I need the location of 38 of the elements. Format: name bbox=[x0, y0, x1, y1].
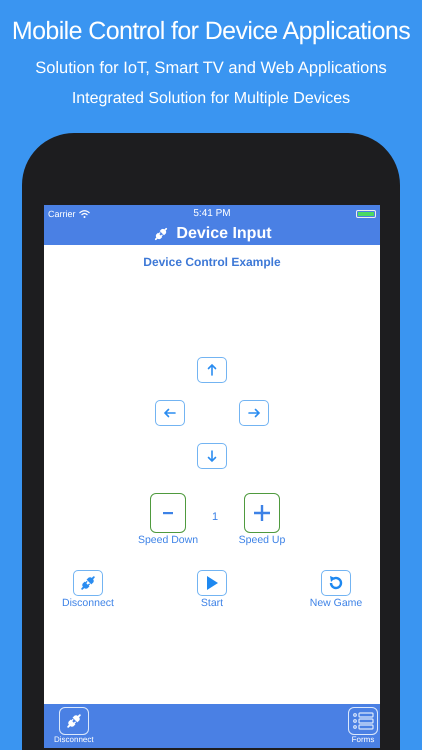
wifi-icon bbox=[78, 210, 90, 218]
start-button[interactable] bbox=[197, 570, 227, 596]
speed-up-button[interactable] bbox=[244, 493, 280, 533]
arrow-up-button[interactable] bbox=[197, 357, 227, 383]
arrow-up-icon bbox=[205, 363, 219, 377]
play-icon bbox=[204, 575, 220, 591]
forms-tool-label: Forms bbox=[352, 735, 374, 744]
speed-down-label: Speed Down bbox=[138, 534, 198, 546]
subtitle: Solution for IoT, Smart TV and Web Applications bbox=[35, 58, 387, 78]
arrow-right-icon bbox=[247, 406, 261, 420]
new-game-label: New Game bbox=[310, 597, 362, 609]
battery-icon bbox=[356, 210, 376, 218]
arrow-down-icon bbox=[205, 449, 219, 463]
plus-icon bbox=[253, 504, 271, 522]
list-icon bbox=[352, 711, 374, 731]
speed-value: 1 bbox=[210, 511, 220, 523]
start-label: Start bbox=[200, 597, 224, 609]
headline: Mobile Control for Device Applications bbox=[12, 16, 410, 47]
tagline: Integrated Solution for Multiple Devices bbox=[72, 89, 350, 109]
disconnect-button[interactable] bbox=[73, 570, 103, 596]
content-title: Device Control Example bbox=[143, 255, 281, 269]
disconnect-tool-button[interactable] bbox=[58, 707, 89, 735]
forms-tool-button[interactable] bbox=[348, 707, 378, 735]
arrow-left-icon bbox=[163, 406, 177, 420]
status-time: 5:41 PM bbox=[193, 208, 231, 219]
arrow-right-button[interactable] bbox=[239, 400, 269, 426]
minus-icon bbox=[162, 511, 174, 515]
speed-down-button[interactable] bbox=[150, 493, 186, 533]
disconnect-tool-label: Disconnect bbox=[54, 735, 94, 744]
arrow-down-button[interactable] bbox=[197, 443, 227, 469]
plug-icon bbox=[78, 573, 98, 593]
new-game-button[interactable] bbox=[321, 570, 351, 596]
carrier-label: Carrier bbox=[48, 208, 76, 218]
speed-up-label: Speed Up bbox=[238, 534, 286, 546]
nav-title: Device Input bbox=[176, 224, 272, 242]
arrow-left-button[interactable] bbox=[155, 400, 185, 426]
disconnect-label: Disconnect bbox=[62, 597, 114, 609]
refresh-icon bbox=[327, 574, 345, 592]
